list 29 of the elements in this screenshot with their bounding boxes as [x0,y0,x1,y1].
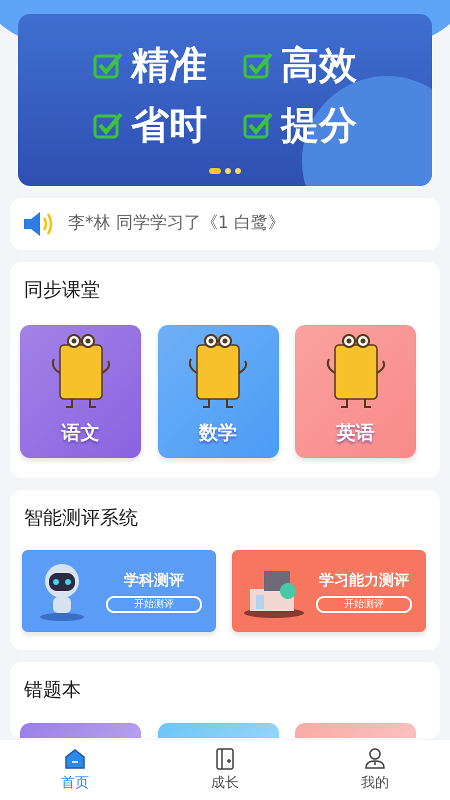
checkbox-icon [93,51,123,79]
slogan-text: 高效 [281,46,357,84]
tab-item[interactable]: 成长 [180,746,270,794]
assessment-card[interactable]: 学习能力测评 开始测评 [232,550,426,632]
carousel-dot[interactable] [225,168,231,174]
section-title: 智能测评系统 [23,506,139,530]
section-title: 同步课堂 [23,278,101,303]
card-title: 学科测评 [124,570,184,592]
person-icon [363,746,387,770]
checkbox-icon [93,111,123,139]
start-button[interactable]: 开始测评 [106,596,202,613]
subject-card[interactable]: 英语 [295,324,416,458]
section-title: 错题本 [23,678,82,703]
notice-text: 李*林 同学学习了《1 白鹭》 [68,212,286,236]
slogan-text: 精准 [131,46,207,84]
subject-card[interactable]: 语文 [20,324,141,458]
tab-item[interactable]: 我的 [330,746,420,794]
subject-card[interactable] [20,722,141,738]
checkbox-icon [243,51,273,79]
home-icon [63,746,87,770]
slogan-text: 提分 [281,106,357,144]
carousel-dot[interactable] [235,168,241,174]
subject-card[interactable]: 数学 [158,324,278,458]
assessment-card[interactable]: 学科测评 开始测评 [22,550,216,632]
slogan-text: 省时 [131,106,207,144]
checkbox-icon [243,111,273,139]
card-title: 学习能力测评 [319,570,409,592]
tab-item[interactable]: 首页 [30,746,120,794]
start-button[interactable]: 开始测评 [316,596,412,613]
